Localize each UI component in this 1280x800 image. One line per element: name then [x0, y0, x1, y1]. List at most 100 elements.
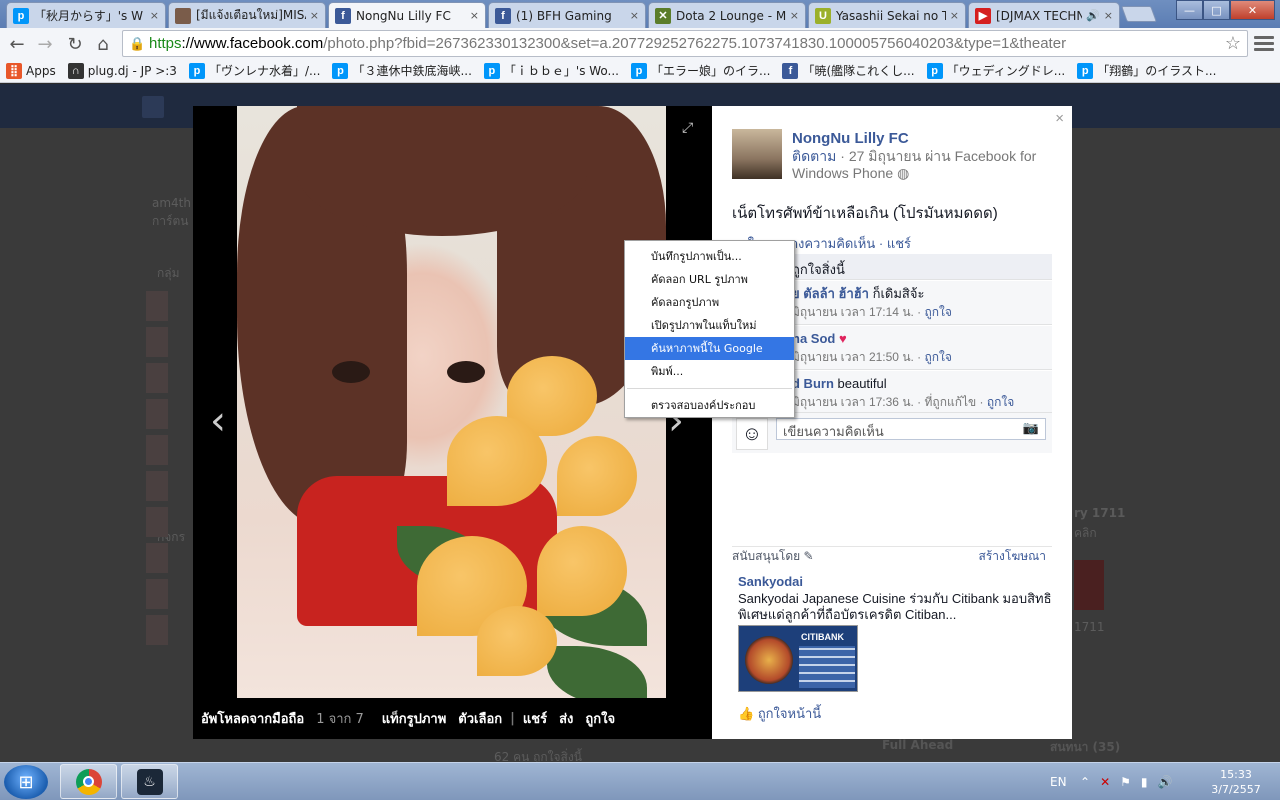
tab-dota2-lounge[interactable]: ✕ Dota 2 Lounge - Ma ×	[648, 2, 806, 28]
tab-close-icon[interactable]: ×	[630, 9, 639, 22]
apps-icon: ⣿	[6, 62, 22, 79]
facebook-icon: f	[782, 62, 799, 79]
bookmark-plugdj[interactable]: ∩ plug.dj - JP >:3	[62, 60, 183, 82]
bg-text: am4th	[152, 196, 191, 210]
camera-icon[interactable]: 📷	[1023, 420, 1039, 436]
new-tab-button[interactable]	[1121, 6, 1157, 22]
ad-title-link[interactable]: Sankyodai	[738, 574, 803, 589]
photo-flower	[477, 606, 557, 676]
photo-bangs	[297, 106, 587, 236]
taskbar-chrome[interactable]	[60, 764, 117, 799]
tag-photo-button[interactable]: แท็กรูปภาพ	[370, 708, 453, 729]
taskbar-steam[interactable]: ♨	[121, 764, 178, 799]
bookmark-item[interactable]: p 「３連休中鉄底海峡...	[326, 60, 477, 82]
chrome-icon	[75, 768, 102, 795]
back-button[interactable]: ←	[4, 32, 30, 56]
comment-time: มิถุนายน เวลา 17:14 น. ·	[792, 305, 925, 319]
create-ad-link[interactable]: สร้างโฆษณา	[979, 547, 1047, 566]
tab-close-icon[interactable]: ×	[950, 9, 959, 22]
network-error-icon[interactable]: ✕	[1100, 775, 1110, 789]
tab-misa[interactable]: [มีแจ้งเตือนใหม่]MISA ×	[168, 2, 326, 28]
copy-image-item[interactable]: คัดลอกรูปภาพ	[625, 291, 794, 314]
like-button[interactable]: ถูกใจ	[579, 708, 621, 729]
photo-action-bar: อัพโหลดจากมือถือ 1 จาก 7 แท็กรูปภาพ ตัวเ…	[193, 698, 712, 739]
comment-like-link[interactable]: ถูกใจ	[925, 350, 952, 364]
comment-composer: ☺ เขียนความคิดเห็น 📷	[732, 413, 1052, 453]
tab-close-icon[interactable]: ×	[1104, 9, 1113, 22]
bookmark-item[interactable]: p 「エラー娘」のイラ...	[625, 60, 776, 82]
comment-author[interactable]: d Burn	[792, 376, 834, 391]
bg-text: ry 1711	[1074, 506, 1126, 520]
volume-icon[interactable]: 🔊	[1158, 775, 1173, 789]
bookmark-label: Apps	[26, 63, 56, 78]
bookmark-apps[interactable]: ⣿ Apps	[0, 60, 62, 82]
start-button[interactable]: ⊞	[4, 765, 48, 799]
url-scheme: https	[149, 35, 182, 52]
follow-link[interactable]: ติดตาม	[792, 148, 836, 164]
comment-input[interactable]: เขียนความคิดเห็น 📷	[776, 418, 1046, 440]
tab-title: (1) BFH Gaming	[516, 8, 612, 23]
window-controls: — □ ✕	[1176, 0, 1275, 20]
print-item[interactable]: พิมพ์...	[625, 360, 794, 383]
chrome-menu-icon[interactable]	[1254, 33, 1274, 53]
inspect-element-item[interactable]: ตรวจสอบองค์ประกอบ	[625, 394, 794, 417]
options-button[interactable]: ตัวเลือก	[452, 708, 508, 729]
minimize-button[interactable]: —	[1176, 0, 1203, 20]
reload-button[interactable]: ↻	[62, 32, 88, 56]
comment-like-link[interactable]: ถูกใจ	[987, 395, 1014, 409]
search-image-google-item[interactable]: ค้นหาภาพนี้ใน Google	[625, 337, 794, 360]
taskbar-clock[interactable]: 15:33 3/7/2557	[1206, 767, 1266, 797]
bookmark-item[interactable]: p 「翔鶴」のイラスト...	[1071, 60, 1222, 82]
tab-close-icon[interactable]: ×	[790, 9, 799, 22]
ad-body[interactable]: Sankyodai Japanese Cuisine ร่วมกับ Citib…	[738, 591, 1053, 623]
bg-photo-thumbnails	[145, 290, 191, 650]
send-button[interactable]: ส่ง	[553, 708, 579, 729]
tab-nongnu-lilly-fc[interactable]: f NongNu Lilly FC ×	[328, 2, 486, 28]
share-button[interactable]: แชร์	[517, 708, 553, 729]
bookmark-item[interactable]: f 「暁(艦隊これくし...	[776, 60, 920, 82]
battery-icon[interactable]: ▮	[1141, 775, 1148, 789]
tab-close-icon[interactable]: ×	[470, 9, 479, 22]
show-hidden-icons-icon[interactable]: ⌃	[1080, 775, 1090, 789]
tab-title: Yasashii Sekai no Ts	[836, 8, 946, 23]
sponsored-header: สนับสนุนโดย ✎ สร้างโฆษณา	[732, 546, 1052, 566]
open-image-new-tab-item[interactable]: เปิดรูปภาพในแท็บใหม่	[625, 314, 794, 337]
copy-image-url-item[interactable]: คัดลอก URL รูปภาพ	[625, 268, 794, 291]
bookmark-item[interactable]: p 「ｉｂｂｅ」's Wo...	[478, 60, 625, 82]
ad-image[interactable]: CITIBANK	[738, 625, 858, 692]
forward-button[interactable]: →	[32, 32, 58, 56]
bookmark-star-icon[interactable]: ☆	[1225, 33, 1241, 54]
pixiv-icon: p	[332, 62, 349, 79]
comment-author[interactable]: ย ตัลล้า ฮ้าฮ้า	[792, 286, 869, 301]
home-button[interactable]: ⌂	[90, 32, 116, 56]
action-center-icon[interactable]: ⚑	[1120, 775, 1131, 789]
close-viewer-icon[interactable]: ×	[1055, 110, 1064, 127]
comment-meta: มิถุนายน เวลา 17:36 น. · ที่ถูกแก้ไข · ถ…	[792, 395, 1014, 409]
comment-like-link[interactable]: ถูกใจ	[925, 305, 952, 319]
close-window-button[interactable]: ✕	[1230, 0, 1275, 20]
like-page-link[interactable]: 👍 ถูกใจหน้านี้	[738, 703, 821, 724]
tab-close-icon[interactable]: ×	[310, 9, 319, 22]
comment-author[interactable]: na Sod	[792, 331, 835, 346]
tab-yasashii-sekai[interactable]: U Yasashii Sekai no Ts ×	[808, 2, 966, 28]
fullscreen-icon[interactable]: ⤢	[682, 120, 693, 136]
page-name-link[interactable]: NongNu Lilly FC	[792, 130, 909, 147]
bg-text: คลิก	[1074, 526, 1097, 540]
tab-bfh-gaming[interactable]: f (1) BFH Gaming ×	[488, 2, 646, 28]
language-indicator[interactable]: EN	[1050, 763, 1067, 800]
bg-text: 1711	[1074, 620, 1105, 634]
photo-image[interactable]	[237, 106, 666, 698]
address-bar[interactable]: 🔒 https://www.facebook.com/photo.php?fbi…	[122, 30, 1248, 57]
bookmark-item[interactable]: p 「ウェディングドレ...	[921, 60, 1072, 82]
previous-photo-icon[interactable]: ‹	[210, 398, 226, 444]
sponsored-icon: ✎	[803, 549, 814, 563]
avatar-icon	[175, 7, 191, 24]
pixiv-icon: p	[483, 62, 500, 79]
save-image-as-item[interactable]: บันทึกรูปภาพเป็น...	[625, 245, 794, 268]
maximize-button[interactable]: □	[1203, 0, 1230, 20]
tab-djmax[interactable]: ▶ [DJMAX TECHNI 🔊 ×	[968, 2, 1120, 28]
tab-close-icon[interactable]: ×	[150, 9, 159, 22]
tab-pixiv-karasu[interactable]: p 「秋月からす」's W ×	[6, 2, 166, 28]
page-avatar[interactable]	[732, 129, 782, 179]
bookmark-item[interactable]: p 「ヴンレナ水着」/...	[183, 60, 327, 82]
